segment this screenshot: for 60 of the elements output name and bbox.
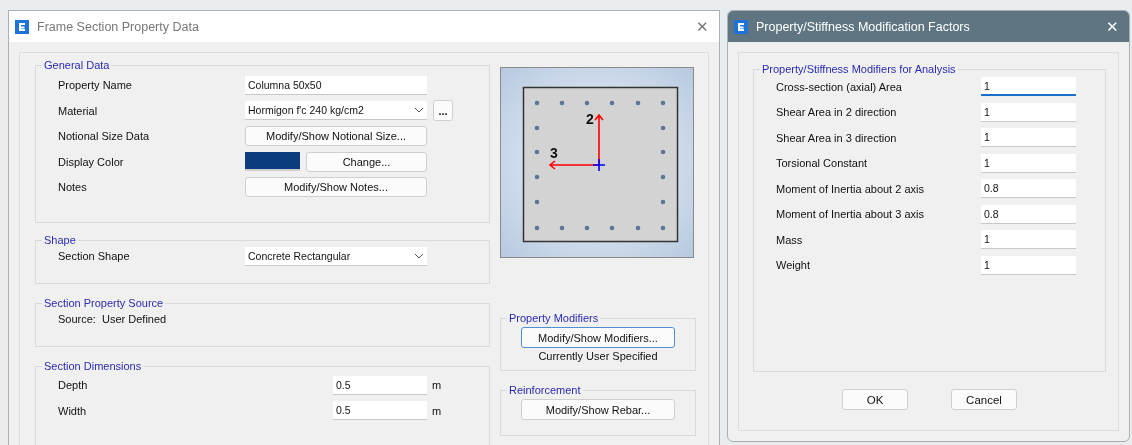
window-title: Property/Stiffness Modification Factors	[756, 19, 971, 34]
field-label: Width	[58, 404, 88, 417]
axis-label: 3	[550, 145, 558, 161]
field-label: Depth	[58, 379, 89, 392]
number-field[interactable]: 0.5	[333, 375, 427, 395]
axis-label: 2	[586, 111, 594, 127]
app-logo-icon	[734, 19, 748, 34]
field-label: Notes	[58, 181, 88, 194]
chevron-down-icon	[414, 252, 424, 259]
group-title: Property Modifiers	[508, 312, 600, 324]
modify-button[interactable]: Modify/Show Notional Size...	[245, 126, 427, 147]
field-label: Mass	[776, 233, 804, 246]
change-button[interactable]: Change...	[306, 151, 427, 172]
browse-button[interactable]: ...	[433, 100, 453, 122]
chevron-down-icon	[414, 107, 424, 114]
unit-label: m	[432, 379, 442, 392]
text-field[interactable]: Columna 50x50	[245, 75, 427, 95]
group-title: General Data	[43, 59, 111, 71]
close-button[interactable]: ✕	[696, 17, 709, 36]
origin-marker	[592, 158, 606, 172]
field-label: Property Name	[58, 79, 133, 92]
number-field[interactable]: 1	[981, 102, 1076, 122]
dropdown[interactable]: Hormigon f'c 240 kg/cm2	[245, 101, 427, 121]
group-title: Reinforcement	[508, 384, 582, 396]
group-title: Shape	[43, 234, 77, 246]
dialog-button[interactable]: Cancel	[951, 389, 1017, 410]
field-label: Display Color	[58, 155, 125, 168]
field-label: Cross-section (axial) Area	[776, 80, 903, 93]
modify-button[interactable]: Modify/Show Notes...	[245, 177, 427, 198]
number-field[interactable]: 1	[981, 77, 1076, 96]
status-text: Currently User Specified	[538, 350, 658, 362]
field-label: Shear Area in 3 direction	[776, 131, 898, 144]
number-field[interactable]: 1	[981, 255, 1076, 275]
field-label: Shear Area in 2 direction	[776, 106, 898, 118]
app-logo-icon	[15, 19, 29, 34]
window-title: Frame Section Property Data	[37, 19, 200, 34]
field-label: Material	[58, 104, 99, 117]
group-title: Section Dimensions	[43, 360, 143, 372]
unit-label: m	[432, 404, 442, 417]
dropdown[interactable]: Concrete Rectangular	[245, 246, 427, 266]
number-field[interactable]: 1	[981, 153, 1076, 173]
close-button[interactable]: ✕	[1106, 17, 1119, 36]
number-field[interactable]: 0.8	[981, 204, 1076, 224]
source-text: Source: User Defined	[58, 313, 167, 326]
dialog-button[interactable]: OK	[842, 389, 908, 410]
color-swatch[interactable]	[245, 152, 300, 172]
field-label: Weight	[776, 259, 812, 271]
field-label: Torsional Constant	[776, 157, 869, 169]
group-title: Section Property Source	[43, 297, 165, 309]
field-label: Moment of Inertia about 2 axis	[776, 182, 925, 195]
field-label: Moment of Inertia about 3 axis	[776, 208, 925, 220]
number-field[interactable]: 1	[981, 128, 1076, 147]
field-label: Section Shape	[58, 250, 131, 263]
group-title: Property/Stiffness Modifiers for Analysis	[761, 63, 957, 75]
number-field[interactable]: 0.5	[333, 401, 427, 421]
number-field[interactable]: 0.8	[981, 179, 1076, 198]
field-label: Notional Size Data	[58, 130, 151, 143]
number-field[interactable]: 1	[981, 230, 1076, 249]
modify-modifiers-button[interactable]: Modify/Show Modifiers...	[521, 327, 675, 348]
modify-rebar-button[interactable]: Modify/Show Rebar...	[521, 399, 675, 420]
